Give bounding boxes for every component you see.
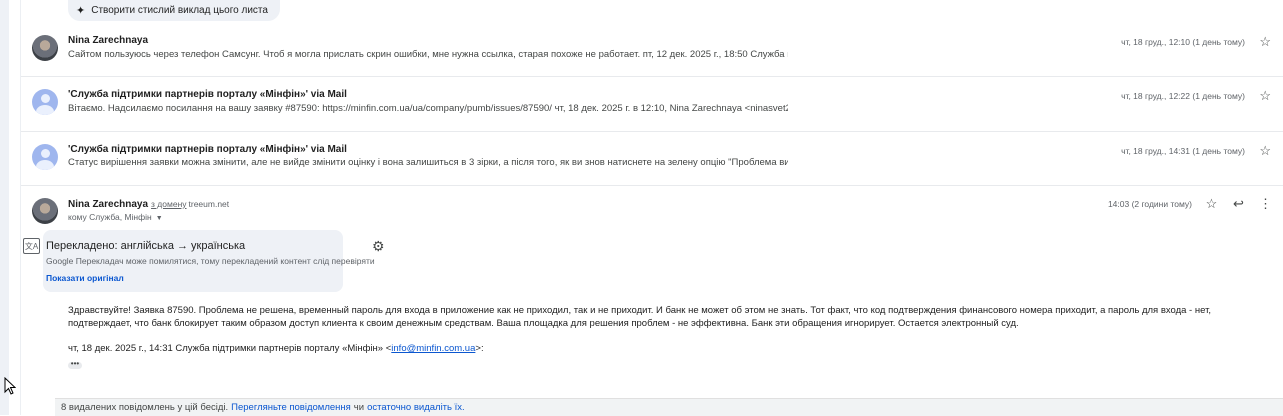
- quote-suffix: >:: [475, 343, 484, 354]
- quote-email-link[interactable]: info@minfin.com.ua: [391, 343, 475, 354]
- view-deleted-link[interactable]: Перегляньте повідомлення: [231, 402, 351, 413]
- message-body: Здравствуйте! Заявка 87590. Проблема не …: [68, 305, 1212, 329]
- deleted-messages-bar: 8 видалених повідомлень у цій бесіді. Пе…: [55, 398, 1283, 416]
- message-actions: 14:03 (2 години тому) ☆ ↩ ⋮: [1108, 197, 1273, 211]
- sender-name: 'Служба підтримки партнерів порталу «Мін…: [68, 144, 347, 155]
- message-date: чт, 18 груд., 12:10 (1 день тому): [1121, 37, 1245, 47]
- gear-icon[interactable]: ⚙: [372, 238, 385, 255]
- star-icon[interactable]: ☆: [1259, 89, 1271, 102]
- chevron-down-icon[interactable]: ▼: [156, 215, 163, 222]
- star-icon[interactable]: ☆: [1259, 35, 1271, 48]
- collapsed-message[interactable]: Nina Zarechnaya Сайтом пользуюсь через т…: [21, 22, 1283, 77]
- reply-icon[interactable]: ↩: [1231, 197, 1246, 211]
- mouse-cursor: [4, 377, 16, 395]
- summarize-label: Створити стислий виклад цього листа: [91, 5, 268, 16]
- via-domain-label[interactable]: з домену: [151, 199, 186, 209]
- quote-prefix: чт, 18 дек. 2025 г., 14:31 Служба підтри…: [68, 343, 392, 354]
- star-icon[interactable]: ☆: [1204, 197, 1219, 211]
- show-trimmed-button[interactable]: •••: [68, 360, 82, 369]
- translation-title: Перекладено: англійська → українська: [46, 240, 246, 252]
- avatar: [32, 35, 58, 61]
- message-date: чт, 18 груд., 12:22 (1 день тому): [1121, 91, 1245, 101]
- deleted-or-text: чи: [353, 402, 365, 413]
- more-vert-icon[interactable]: ⋮: [1258, 197, 1273, 211]
- avatar: [32, 198, 58, 224]
- avatar: [32, 144, 58, 170]
- sender-name: Nina Zarechnaya: [68, 199, 149, 210]
- collapsed-message[interactable]: 'Служба підтримки партнерів порталу «Мін…: [21, 131, 1283, 186]
- summarize-chip[interactable]: ✦ Створити стислий виклад цього листа: [68, 0, 280, 21]
- message-snippet: Вітаємо. Надсилаємо посилання на вашу за…: [68, 103, 788, 114]
- sparkle-icon: ✦: [76, 5, 86, 17]
- translate-icon: 文A: [23, 238, 40, 254]
- sender-name: 'Служба підтримки партнерів порталу «Мін…: [68, 89, 347, 100]
- collapsed-message[interactable]: 'Служба підтримки партнерів порталу «Мін…: [21, 77, 1283, 132]
- star-icon[interactable]: ☆: [1259, 144, 1271, 157]
- deleted-count-text: 8 видалених повідомлень у цій бесіді.: [61, 402, 229, 413]
- delete-forever-link[interactable]: остаточно видаліть їх.: [367, 402, 465, 413]
- quote-header: чт, 18 дек. 2025 г., 14:31 Служба підтри…: [68, 343, 484, 354]
- recipients-line[interactable]: кому Служба, Мінфін ▼: [68, 212, 163, 222]
- avatar: [32, 89, 58, 115]
- message-date: 14:03 (2 години тому): [1107, 199, 1192, 209]
- sender-domain: treeum.net: [188, 199, 230, 209]
- sender-name: Nina Zarechnaya: [68, 35, 149, 46]
- message-snippet: Сайтом пользуюсь через телефон Самсунг. …: [68, 49, 788, 60]
- show-original-link[interactable]: Показати оригінал: [46, 273, 124, 283]
- message-date: чт, 18 груд., 14:31 (1 день тому): [1121, 146, 1245, 156]
- open-message-sender: Nina Zarechnaya з домену treeum.net: [68, 199, 229, 210]
- translation-note: Google Перекладач може помилятися, тому …: [46, 256, 375, 266]
- left-rail: [0, 0, 9, 415]
- recipients-label: кому Служба, Мінфін: [68, 212, 152, 222]
- message-snippet: Статус вирішення заявки можна змінити, а…: [68, 157, 788, 168]
